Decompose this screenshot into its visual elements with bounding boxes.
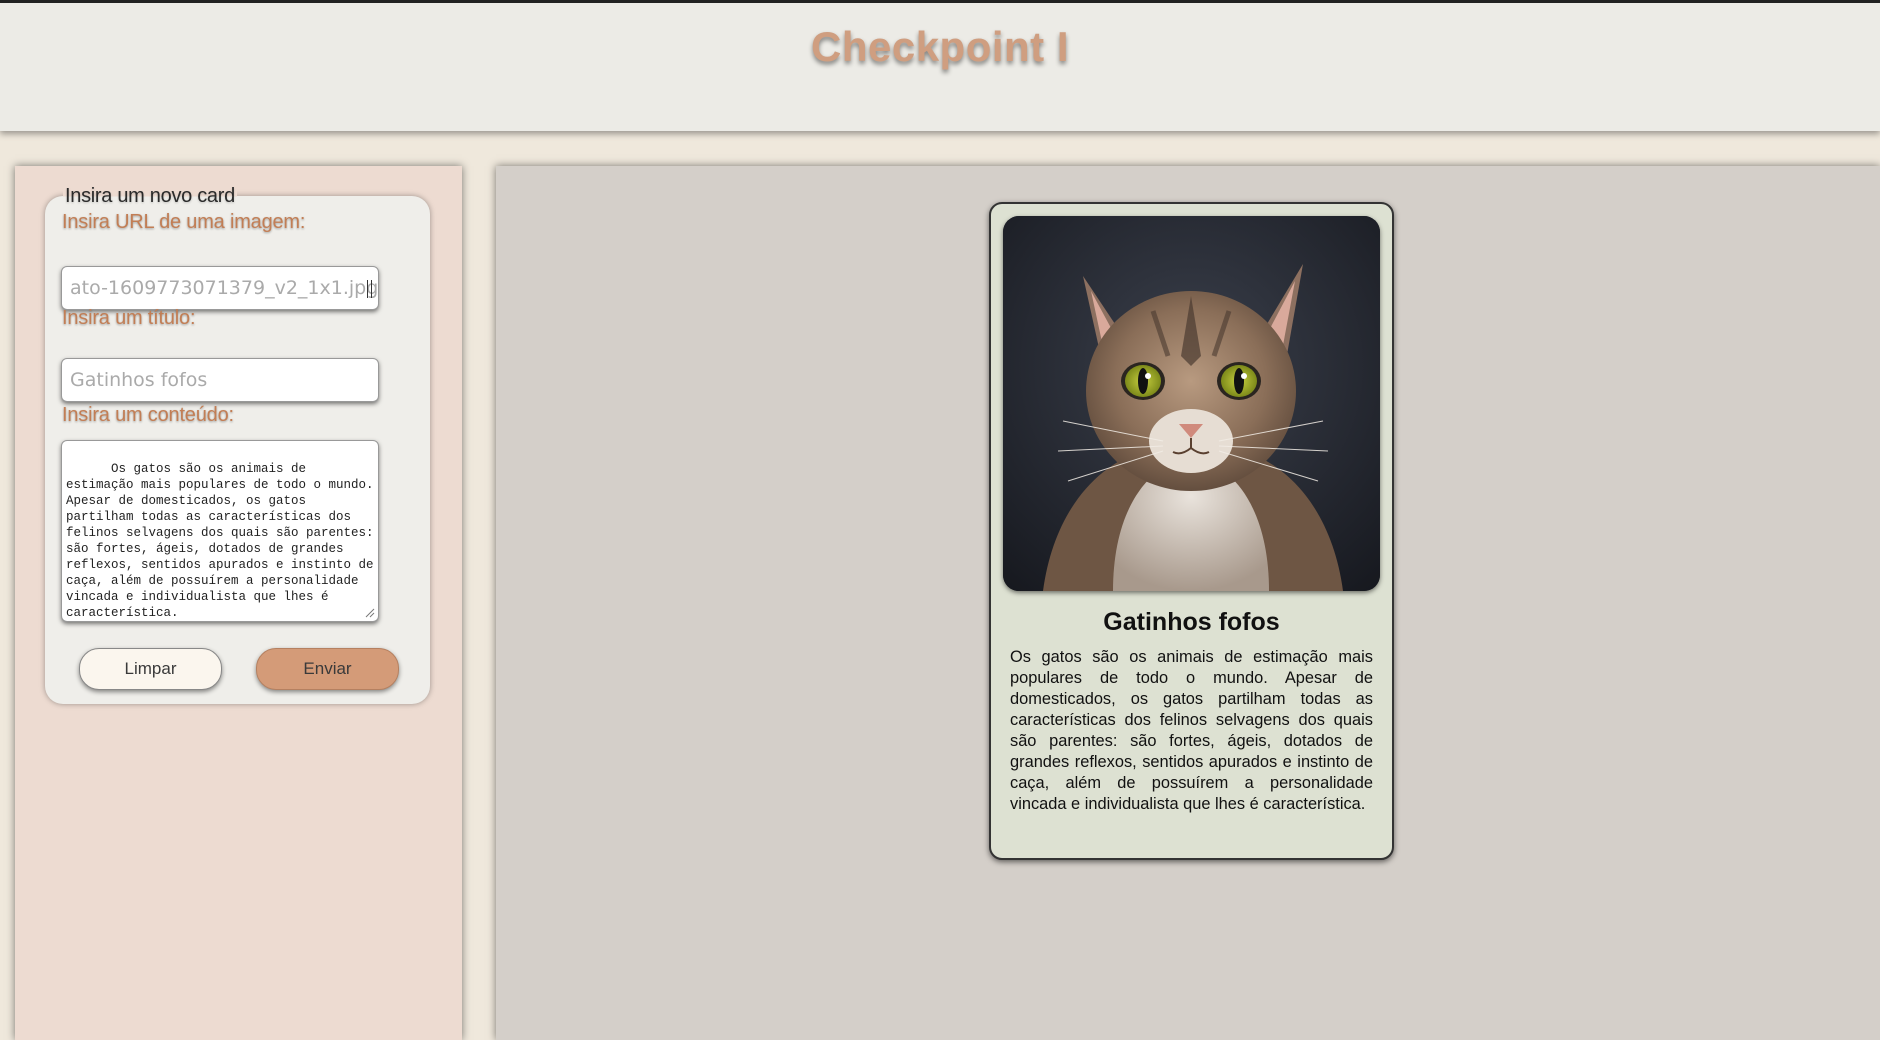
- card-content: Os gatos são os animais de estimação mai…: [1010, 648, 1373, 813]
- card-title: Gatinhos fofos: [1103, 608, 1280, 636]
- card-image: [1003, 216, 1380, 591]
- content-textarea-value: Os gatos são os animais de estimação mai…: [66, 462, 374, 620]
- title-label: Insira um título:: [62, 307, 196, 329]
- image-url-value: ato-1609773071379_v2_1x1.jpg: [70, 277, 379, 299]
- content-textarea[interactable]: Os gatos são os animais de estimação mai…: [61, 440, 379, 622]
- title-input-value: Gatinhos fofos: [70, 369, 208, 391]
- content-label: Insira um conteúdo:: [62, 404, 234, 426]
- cards-area: Gatinhos fofos Os gatos são os animais d…: [496, 166, 1880, 1040]
- content-card: Gatinhos fofos Os gatos são os animais d…: [989, 202, 1394, 860]
- cat-photo-icon: [1003, 216, 1380, 591]
- resize-grip-icon[interactable]: [365, 608, 375, 618]
- new-card-form: Insira um novo card Insira URL de uma im…: [45, 185, 430, 704]
- url-label: Insira URL de uma imagem:: [62, 211, 306, 233]
- sidebar: Insira um novo card Insira URL de uma im…: [15, 166, 462, 1040]
- text-cursor-icon: [367, 280, 372, 298]
- send-button[interactable]: Enviar: [256, 648, 399, 690]
- clear-button[interactable]: Limpar: [79, 648, 222, 690]
- form-legend: Insira um novo card: [63, 185, 237, 208]
- title-input[interactable]: Gatinhos fofos: [61, 358, 379, 402]
- page-header: Checkpoint I: [0, 0, 1880, 131]
- image-url-input[interactable]: ato-1609773071379_v2_1x1.jpg: [61, 266, 379, 310]
- page-title: Checkpoint I: [810, 23, 1070, 70]
